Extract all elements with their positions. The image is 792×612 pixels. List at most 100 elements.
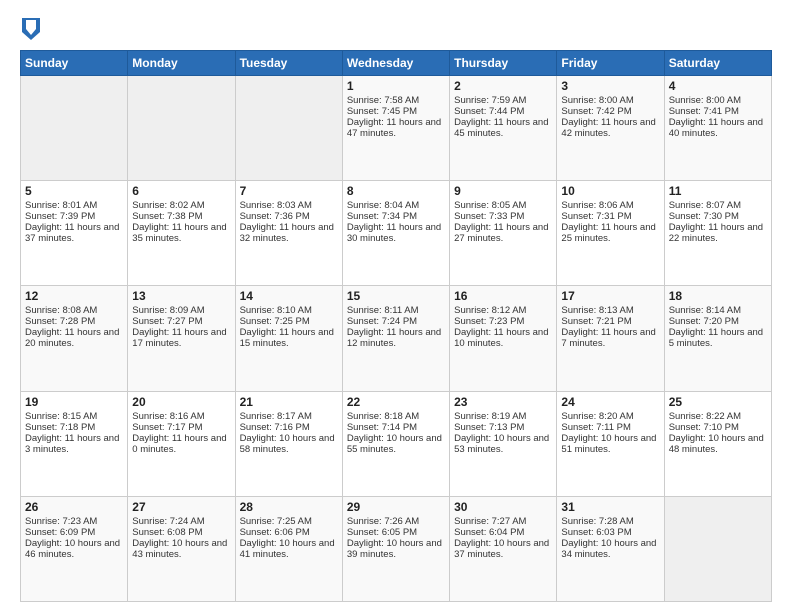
day-number: 24 bbox=[561, 395, 659, 409]
day-header-sunday: Sunday bbox=[21, 51, 128, 76]
daylight-text: Daylight: 11 hours and 22 minutes. bbox=[669, 222, 763, 244]
calendar-cell: 19 Sunrise: 8:15 AM Sunset: 7:18 PM Dayl… bbox=[21, 391, 128, 496]
calendar-week-row: 5 Sunrise: 8:01 AM Sunset: 7:39 PM Dayli… bbox=[21, 181, 772, 286]
daylight-text: Daylight: 11 hours and 25 minutes. bbox=[561, 222, 655, 244]
sunrise-text: Sunrise: 7:24 AM bbox=[132, 516, 204, 527]
daylight-text: Daylight: 11 hours and 37 minutes. bbox=[25, 222, 119, 244]
calendar-cell bbox=[235, 76, 342, 181]
sunset-text: Sunset: 6:06 PM bbox=[240, 527, 310, 538]
calendar-week-row: 26 Sunrise: 7:23 AM Sunset: 6:09 PM Dayl… bbox=[21, 496, 772, 601]
sunrise-text: Sunrise: 8:10 AM bbox=[240, 305, 312, 316]
sunrise-text: Sunrise: 8:18 AM bbox=[347, 411, 419, 422]
header bbox=[20, 18, 772, 40]
calendar-cell: 2 Sunrise: 7:59 AM Sunset: 7:44 PM Dayli… bbox=[450, 76, 557, 181]
calendar-cell: 30 Sunrise: 7:27 AM Sunset: 6:04 PM Dayl… bbox=[450, 496, 557, 601]
day-number: 6 bbox=[132, 184, 230, 198]
calendar-header-row: SundayMondayTuesdayWednesdayThursdayFrid… bbox=[21, 51, 772, 76]
sunset-text: Sunset: 7:33 PM bbox=[454, 211, 524, 222]
sunrise-text: Sunrise: 8:02 AM bbox=[132, 200, 204, 211]
daylight-text: Daylight: 11 hours and 7 minutes. bbox=[561, 327, 655, 349]
calendar-cell: 3 Sunrise: 8:00 AM Sunset: 7:42 PM Dayli… bbox=[557, 76, 664, 181]
calendar-cell: 7 Sunrise: 8:03 AM Sunset: 7:36 PM Dayli… bbox=[235, 181, 342, 286]
day-number: 22 bbox=[347, 395, 445, 409]
day-number: 4 bbox=[669, 79, 767, 93]
sunrise-text: Sunrise: 8:20 AM bbox=[561, 411, 633, 422]
day-number: 20 bbox=[132, 395, 230, 409]
daylight-text: Daylight: 10 hours and 43 minutes. bbox=[132, 538, 227, 560]
sunrise-text: Sunrise: 8:07 AM bbox=[669, 200, 741, 211]
sunrise-text: Sunrise: 8:15 AM bbox=[25, 411, 97, 422]
sunrise-text: Sunrise: 8:06 AM bbox=[561, 200, 633, 211]
daylight-text: Daylight: 10 hours and 53 minutes. bbox=[454, 433, 549, 455]
day-number: 12 bbox=[25, 289, 123, 303]
sunrise-text: Sunrise: 8:03 AM bbox=[240, 200, 312, 211]
calendar-cell: 22 Sunrise: 8:18 AM Sunset: 7:14 PM Dayl… bbox=[342, 391, 449, 496]
day-number: 15 bbox=[347, 289, 445, 303]
calendar-cell bbox=[21, 76, 128, 181]
sunset-text: Sunset: 7:30 PM bbox=[669, 211, 739, 222]
sunset-text: Sunset: 7:14 PM bbox=[347, 422, 417, 433]
day-number: 17 bbox=[561, 289, 659, 303]
calendar-cell: 9 Sunrise: 8:05 AM Sunset: 7:33 PM Dayli… bbox=[450, 181, 557, 286]
logo-icon bbox=[22, 18, 40, 40]
daylight-text: Daylight: 10 hours and 58 minutes. bbox=[240, 433, 335, 455]
day-number: 19 bbox=[25, 395, 123, 409]
calendar-cell: 13 Sunrise: 8:09 AM Sunset: 7:27 PM Dayl… bbox=[128, 286, 235, 391]
daylight-text: Daylight: 10 hours and 34 minutes. bbox=[561, 538, 656, 560]
day-header-thursday: Thursday bbox=[450, 51, 557, 76]
sunset-text: Sunset: 7:31 PM bbox=[561, 211, 631, 222]
sunrise-text: Sunrise: 8:17 AM bbox=[240, 411, 312, 422]
sunset-text: Sunset: 7:10 PM bbox=[669, 422, 739, 433]
calendar-cell: 29 Sunrise: 7:26 AM Sunset: 6:05 PM Dayl… bbox=[342, 496, 449, 601]
day-number: 25 bbox=[669, 395, 767, 409]
calendar-cell: 21 Sunrise: 8:17 AM Sunset: 7:16 PM Dayl… bbox=[235, 391, 342, 496]
sunset-text: Sunset: 7:17 PM bbox=[132, 422, 202, 433]
sunrise-text: Sunrise: 8:13 AM bbox=[561, 305, 633, 316]
sunset-text: Sunset: 7:23 PM bbox=[454, 316, 524, 327]
daylight-text: Daylight: 11 hours and 5 minutes. bbox=[669, 327, 763, 349]
day-number: 16 bbox=[454, 289, 552, 303]
daylight-text: Daylight: 11 hours and 20 minutes. bbox=[25, 327, 119, 349]
daylight-text: Daylight: 11 hours and 40 minutes. bbox=[669, 117, 763, 139]
daylight-text: Daylight: 10 hours and 51 minutes. bbox=[561, 433, 656, 455]
day-number: 9 bbox=[454, 184, 552, 198]
daylight-text: Daylight: 11 hours and 32 minutes. bbox=[240, 222, 334, 244]
calendar-cell: 18 Sunrise: 8:14 AM Sunset: 7:20 PM Dayl… bbox=[664, 286, 771, 391]
calendar-week-row: 19 Sunrise: 8:15 AM Sunset: 7:18 PM Dayl… bbox=[21, 391, 772, 496]
calendar-cell: 5 Sunrise: 8:01 AM Sunset: 7:39 PM Dayli… bbox=[21, 181, 128, 286]
daylight-text: Daylight: 11 hours and 3 minutes. bbox=[25, 433, 119, 455]
day-number: 18 bbox=[669, 289, 767, 303]
daylight-text: Daylight: 10 hours and 37 minutes. bbox=[454, 538, 549, 560]
sunset-text: Sunset: 7:20 PM bbox=[669, 316, 739, 327]
day-header-saturday: Saturday bbox=[664, 51, 771, 76]
daylight-text: Daylight: 11 hours and 45 minutes. bbox=[454, 117, 548, 139]
daylight-text: Daylight: 10 hours and 55 minutes. bbox=[347, 433, 442, 455]
calendar-cell: 23 Sunrise: 8:19 AM Sunset: 7:13 PM Dayl… bbox=[450, 391, 557, 496]
sunrise-text: Sunrise: 8:00 AM bbox=[669, 95, 741, 106]
calendar-week-row: 1 Sunrise: 7:58 AM Sunset: 7:45 PM Dayli… bbox=[21, 76, 772, 181]
sunrise-text: Sunrise: 8:14 AM bbox=[669, 305, 741, 316]
calendar-cell: 12 Sunrise: 8:08 AM Sunset: 7:28 PM Dayl… bbox=[21, 286, 128, 391]
day-number: 3 bbox=[561, 79, 659, 93]
sunset-text: Sunset: 7:39 PM bbox=[25, 211, 95, 222]
day-header-wednesday: Wednesday bbox=[342, 51, 449, 76]
calendar-cell: 28 Sunrise: 7:25 AM Sunset: 6:06 PM Dayl… bbox=[235, 496, 342, 601]
day-header-monday: Monday bbox=[128, 51, 235, 76]
calendar-cell bbox=[664, 496, 771, 601]
daylight-text: Daylight: 11 hours and 15 minutes. bbox=[240, 327, 334, 349]
sunrise-text: Sunrise: 8:11 AM bbox=[347, 305, 419, 316]
sunset-text: Sunset: 7:34 PM bbox=[347, 211, 417, 222]
sunset-text: Sunset: 7:21 PM bbox=[561, 316, 631, 327]
day-number: 23 bbox=[454, 395, 552, 409]
calendar-cell: 6 Sunrise: 8:02 AM Sunset: 7:38 PM Dayli… bbox=[128, 181, 235, 286]
sunset-text: Sunset: 7:45 PM bbox=[347, 106, 417, 117]
day-header-friday: Friday bbox=[557, 51, 664, 76]
sunrise-text: Sunrise: 8:08 AM bbox=[25, 305, 97, 316]
daylight-text: Daylight: 10 hours and 41 minutes. bbox=[240, 538, 335, 560]
day-number: 30 bbox=[454, 500, 552, 514]
daylight-text: Daylight: 11 hours and 10 minutes. bbox=[454, 327, 548, 349]
daylight-text: Daylight: 11 hours and 30 minutes. bbox=[347, 222, 441, 244]
sunrise-text: Sunrise: 8:12 AM bbox=[454, 305, 526, 316]
daylight-text: Daylight: 11 hours and 47 minutes. bbox=[347, 117, 441, 139]
logo bbox=[20, 18, 41, 40]
